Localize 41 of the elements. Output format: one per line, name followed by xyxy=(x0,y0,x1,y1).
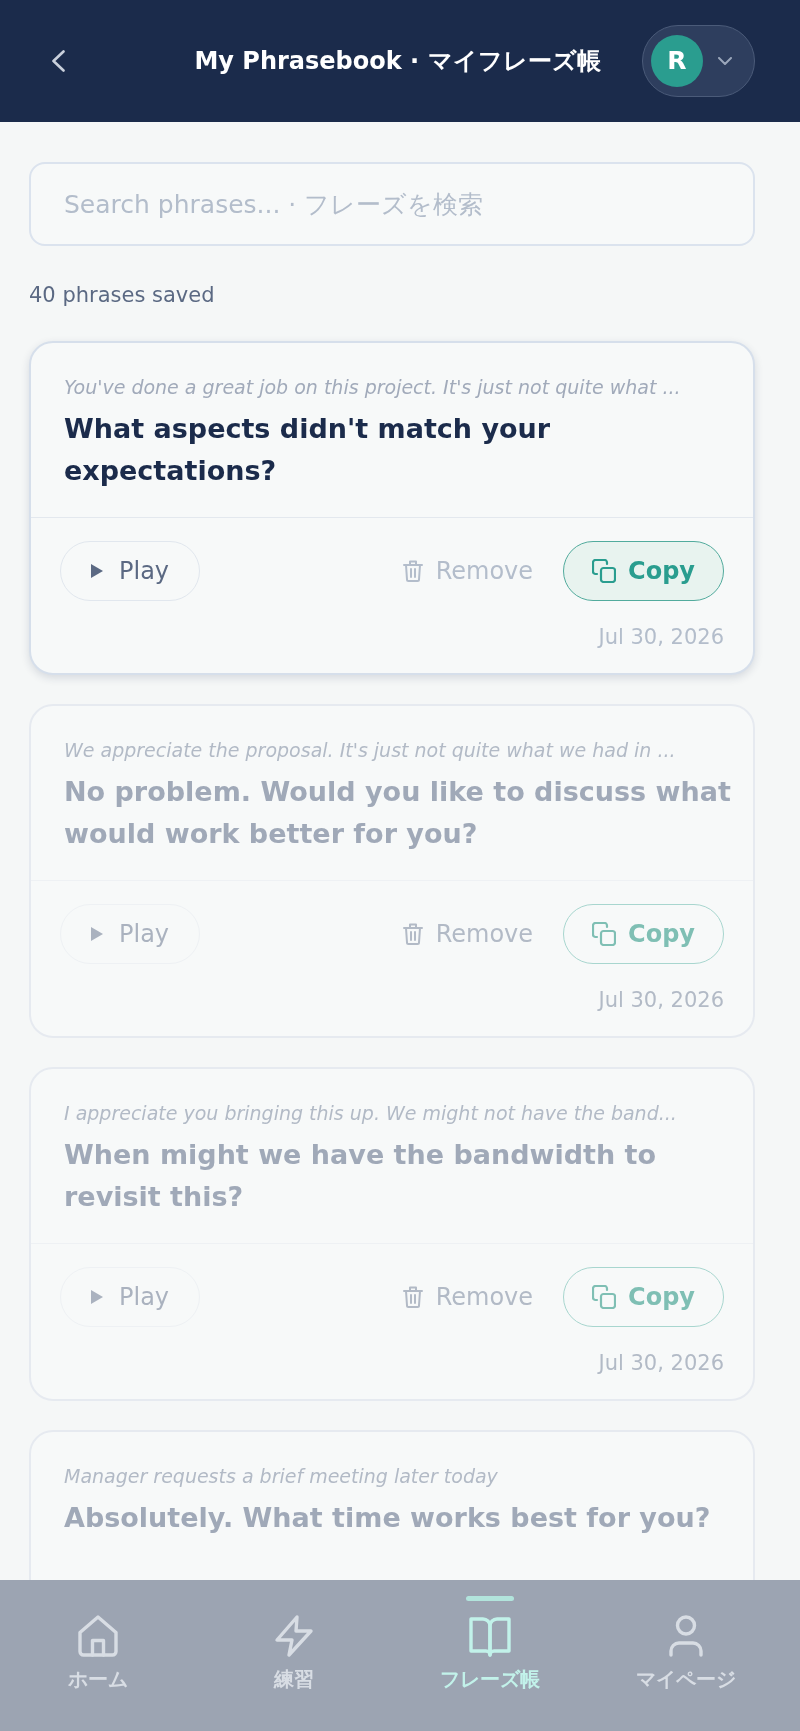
search-field[interactable]: Search phrases... · フレーズを検索 xyxy=(29,162,755,246)
phrase-text: What aspects didn't match your expectations? xyxy=(64,412,552,488)
account-menu-button[interactable]: R xyxy=(642,25,755,97)
remove-button[interactable]: Remove xyxy=(402,904,534,964)
phrase-text: No problem. Would you like to discuss what would work better for you? xyxy=(64,775,731,851)
remove-button[interactable]: Remove xyxy=(402,1267,534,1327)
phrase-count: 40 phrases saved xyxy=(29,282,216,309)
play-icon xyxy=(91,1290,103,1304)
play-icon xyxy=(91,927,103,941)
copy-button[interactable]: Copy xyxy=(563,904,724,964)
trash-icon xyxy=(402,560,423,582)
avatar-initial: R xyxy=(651,35,703,87)
copy-icon xyxy=(592,559,617,583)
copy-icon xyxy=(592,1285,617,1309)
nav-tab[interactable]: ホーム xyxy=(68,1596,128,1693)
page-title: My Phrasebook · マイフレーズ帳 xyxy=(194,46,601,77)
context-text: I appreciate you bringing this up. We might not have the band... xyxy=(64,1101,678,1126)
nav-tab[interactable]: マイページ xyxy=(636,1596,736,1693)
copy-icon xyxy=(592,922,617,946)
open-book-icon xyxy=(469,1615,511,1657)
nav-tab[interactable]: 練習 xyxy=(270,1596,318,1693)
chevron-down-icon xyxy=(718,57,732,65)
phrase-text: When might we have the bandwidth to revisit this? xyxy=(64,1138,658,1214)
copy-button[interactable]: Copy xyxy=(563,1267,724,1327)
remove-button[interactable]: Remove xyxy=(402,541,534,601)
phrase-text: Absolutely. What time works best for you? xyxy=(64,1501,712,1535)
play-icon xyxy=(91,564,103,578)
trash-icon xyxy=(402,1286,423,1308)
back-chevron-icon xyxy=(51,50,65,72)
context-text: Manager requests a brief meeting later today xyxy=(64,1464,499,1489)
context-text: You've done a great job on this project. It's just not quite what ... xyxy=(64,375,682,400)
date-text: Jul 30, 2026 xyxy=(596,624,724,651)
home-icon xyxy=(78,1615,118,1657)
copy-button[interactable]: Copy xyxy=(563,541,724,601)
date-text: Jul 30, 2026 xyxy=(596,987,724,1014)
context-text: We appreciate the proposal. It's just not quite what we had in ... xyxy=(64,738,677,763)
date-text: Jul 30, 2026 xyxy=(596,1350,724,1377)
person-icon xyxy=(666,1615,706,1657)
trash-icon xyxy=(402,923,423,945)
nav-tab[interactable]: フレーズ帳 xyxy=(440,1596,540,1693)
lightning-icon xyxy=(274,1615,314,1657)
